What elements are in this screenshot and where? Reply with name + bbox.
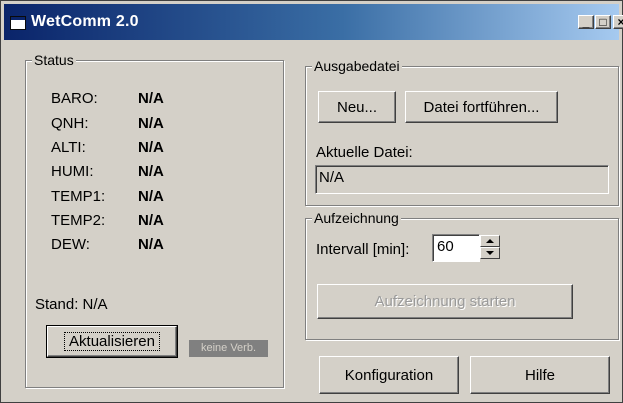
stand-text: Stand: N/A	[35, 296, 108, 313]
maximize-button[interactable]: □	[595, 15, 611, 29]
minimize-button[interactable]: _	[578, 15, 594, 29]
title-bar[interactable]: WetComm 2.0 _ □ ×	[4, 4, 623, 40]
start-recording-button[interactable]: Aufzeichnung starten	[317, 284, 573, 319]
interval-input[interactable]: 60	[432, 234, 480, 262]
recording-group-title: Aufzeichnung	[312, 210, 401, 226]
minimize-icon: _	[582, 15, 590, 29]
temp1-value: N/A	[138, 188, 164, 205]
refresh-button-label: Aktualisieren	[64, 332, 160, 351]
configuration-button[interactable]: Konfiguration	[319, 356, 459, 394]
interval-stepper[interactable]	[480, 235, 500, 261]
temp2-value: N/A	[138, 212, 164, 229]
output-file-group-title: Ausgabedatei	[312, 58, 402, 74]
interval-label: Intervall [min]:	[316, 241, 410, 258]
close-button[interactable]: ×	[613, 15, 623, 29]
temp2-label: TEMP2:	[51, 212, 106, 229]
current-file-field: N/A	[315, 165, 609, 194]
app-window: WetComm 2.0 _ □ × Status BARO: N/A QNH: …	[0, 0, 623, 403]
window-title: WetComm 2.0	[31, 13, 139, 30]
maximize-icon: □	[599, 15, 607, 29]
alti-value: N/A	[138, 139, 164, 156]
arrow-down-icon	[486, 251, 494, 255]
interval-increment-button[interactable]	[480, 235, 500, 247]
dew-value: N/A	[138, 236, 164, 253]
current-file-label: Aktuelle Datei:	[316, 144, 413, 161]
qnh-value: N/A	[138, 115, 164, 132]
interval-decrement-button[interactable]	[480, 247, 500, 259]
connection-status-badge: keine Verb.	[189, 340, 268, 357]
baro-value: N/A	[138, 90, 164, 107]
refresh-button[interactable]: Aktualisieren	[46, 325, 178, 358]
continue-file-button[interactable]: Datei fortführen...	[405, 91, 558, 123]
arrow-up-icon	[486, 239, 494, 243]
help-button[interactable]: Hilfe	[470, 356, 610, 394]
humi-value: N/A	[138, 163, 164, 180]
app-window-icon	[10, 16, 26, 30]
dew-label: DEW:	[51, 236, 90, 253]
alti-label: ALTI:	[51, 139, 86, 156]
new-file-button[interactable]: Neu...	[318, 91, 396, 123]
qnh-label: QNH:	[51, 115, 89, 132]
status-group-title: Status	[32, 52, 76, 68]
humi-label: HUMI:	[51, 163, 94, 180]
temp1-label: TEMP1:	[51, 188, 106, 205]
baro-label: BARO:	[51, 90, 98, 107]
close-icon: ×	[617, 15, 623, 29]
